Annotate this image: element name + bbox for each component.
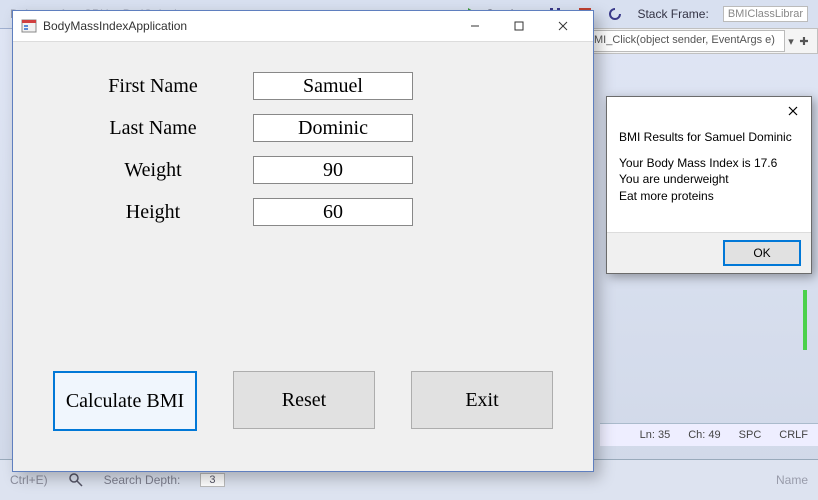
messagebox-line3: You are underweight	[619, 171, 799, 187]
messagebox-line1: BMI Results for Samuel Dominic	[619, 129, 799, 145]
row-height: Height	[53, 198, 553, 226]
search-depth-label: Search Depth:	[104, 473, 181, 487]
close-icon	[788, 106, 798, 116]
minimize-icon	[470, 21, 480, 31]
messagebox-ok-button[interactable]: OK	[723, 240, 801, 266]
reset-button[interactable]: Reset	[233, 371, 375, 429]
messagebox-ok-label: OK	[753, 246, 770, 260]
messagebox-body: BMI Results for Samuel Dominic Your Body…	[607, 125, 811, 232]
search-depth-value[interactable]: 3	[200, 473, 224, 487]
maximize-icon	[514, 21, 524, 31]
row-last-name: Last Name	[53, 114, 553, 142]
close-icon	[558, 21, 568, 31]
row-weight: Weight	[53, 156, 553, 184]
editor-change-marker	[803, 290, 807, 350]
titlebar[interactable]: BodyMassIndexApplication	[13, 11, 593, 42]
input-first-name[interactable]	[253, 72, 413, 100]
chevron-down-icon[interactable]: ▾	[785, 35, 797, 48]
calculate-bmi-button[interactable]: Calculate BMI	[53, 371, 197, 431]
label-height: Height	[53, 201, 253, 224]
status-ch: Ch: 49	[688, 429, 720, 441]
messagebox-titlebar[interactable]	[607, 97, 811, 125]
messagebox-close-button[interactable]	[781, 101, 805, 121]
bmi-application-window: BodyMassIndexApplication First Name Last…	[12, 10, 594, 472]
restart-icon[interactable]	[607, 6, 623, 22]
calculate-bmi-label: Calculate BMI	[66, 390, 184, 412]
exit-button[interactable]: Exit	[411, 371, 553, 429]
button-row: Calculate BMI Reset Exit	[53, 371, 553, 431]
column-name: Name	[776, 473, 808, 487]
maximize-button[interactable]	[497, 12, 541, 40]
input-weight[interactable]	[253, 156, 413, 184]
exit-label: Exit	[465, 389, 498, 412]
search-icon[interactable]	[68, 472, 84, 488]
status-crlf: CRLF	[779, 429, 808, 441]
close-button[interactable]	[541, 12, 585, 40]
stack-frame-combo[interactable]: BMIClassLibrar	[723, 6, 808, 22]
messagebox-line4: Eat more proteins	[619, 188, 799, 204]
label-last-name: Last Name	[53, 117, 253, 140]
shortcut-hint: Ctrl+E)	[10, 473, 48, 487]
status-ln: Ln: 35	[640, 429, 671, 441]
label-first-name: First Name	[53, 75, 253, 98]
form-body: First Name Last Name Weight Height Calcu…	[13, 42, 593, 471]
ide-statusbar: Ln: 35 Ch: 49 SPC CRLF	[600, 423, 818, 446]
window-title: BodyMassIndexApplication	[43, 19, 187, 33]
split-icon[interactable]: ✚	[797, 35, 811, 48]
status-spc: SPC	[739, 429, 762, 441]
stack-frame-label: Stack Frame:	[637, 7, 708, 21]
messagebox-footer: OK	[607, 232, 811, 273]
label-weight: Weight	[53, 159, 253, 182]
input-last-name[interactable]	[253, 114, 413, 142]
app-icon	[21, 18, 37, 34]
messagebox: BMI Results for Samuel Dominic Your Body…	[606, 96, 812, 274]
minimize-button[interactable]	[453, 12, 497, 40]
row-first-name: First Name	[53, 72, 553, 100]
input-height[interactable]	[253, 198, 413, 226]
reset-label: Reset	[282, 389, 326, 412]
messagebox-line2: Your Body Mass Index is 17.6	[619, 155, 799, 171]
editor-nav-bar: MI_Click(object sender, EventArgs e) ▾ ✚	[580, 28, 818, 54]
editor-member-combo[interactable]: MI_Click(object sender, EventArgs e)	[587, 30, 785, 52]
